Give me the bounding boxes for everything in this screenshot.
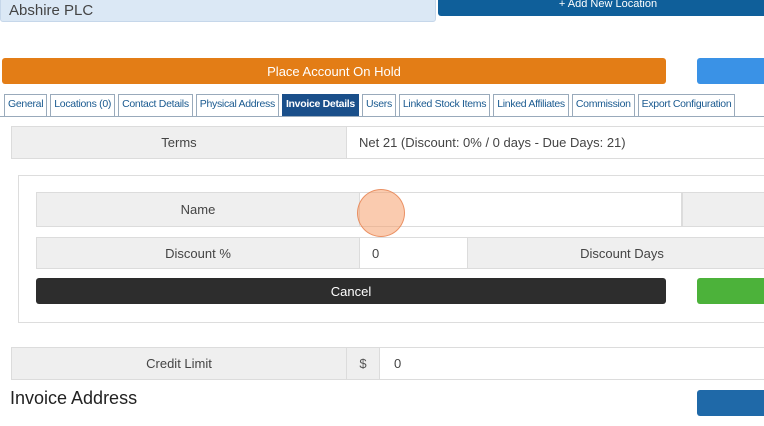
invoice-address-action-button[interactable] <box>697 390 764 416</box>
tab-general[interactable]: General <box>4 94 48 116</box>
terms-label: Terms <box>11 126 347 159</box>
blue-action-button[interactable] <box>697 58 764 84</box>
company-name-field: Abshire PLC <box>0 0 436 22</box>
discount-percent-label: Discount % <box>36 237 360 269</box>
discount-percent-input[interactable] <box>359 237 468 269</box>
name-input[interactable] <box>359 192 682 227</box>
tab-export-configuration[interactable]: Export Configuration <box>637 94 736 116</box>
cancel-button[interactable]: Cancel <box>36 278 666 304</box>
tab-contact-details[interactable]: Contact Details <box>118 94 193 116</box>
tab-divider <box>0 116 764 117</box>
discount-days-label: Discount Days <box>467 237 764 269</box>
company-name: Abshire PLC <box>9 2 94 19</box>
tab-invoice-details[interactable]: Invoice Details <box>281 94 359 116</box>
tab-linked-affiliates[interactable]: Linked Affiliates <box>493 94 569 116</box>
credit-limit-value[interactable]: 0 <box>379 347 764 380</box>
tab-bar: General Locations (0) Contact Details Ph… <box>4 94 738 116</box>
tab-commission[interactable]: Commission <box>571 94 635 116</box>
invoice-address-heading: Invoice Address <box>10 388 138 408</box>
name-label: Name <box>36 192 360 227</box>
add-new-location-button[interactable]: + Add New Location <box>438 0 764 16</box>
tab-locations[interactable]: Locations (0) <box>50 94 116 116</box>
tab-users[interactable]: Users <box>361 94 396 116</box>
credit-limit-label: Credit Limit <box>11 347 347 380</box>
name-addon <box>682 192 764 227</box>
save-button[interactable] <box>697 278 764 304</box>
credit-currency-addon: $ <box>346 347 380 380</box>
place-account-on-hold-button[interactable]: Place Account On Hold <box>2 58 666 84</box>
tab-linked-stock-items[interactable]: Linked Stock Items <box>398 94 491 116</box>
tab-physical-address[interactable]: Physical Address <box>195 94 279 116</box>
terms-value: Net 21 (Discount: 0% / 0 days - Due Days… <box>346 126 764 159</box>
